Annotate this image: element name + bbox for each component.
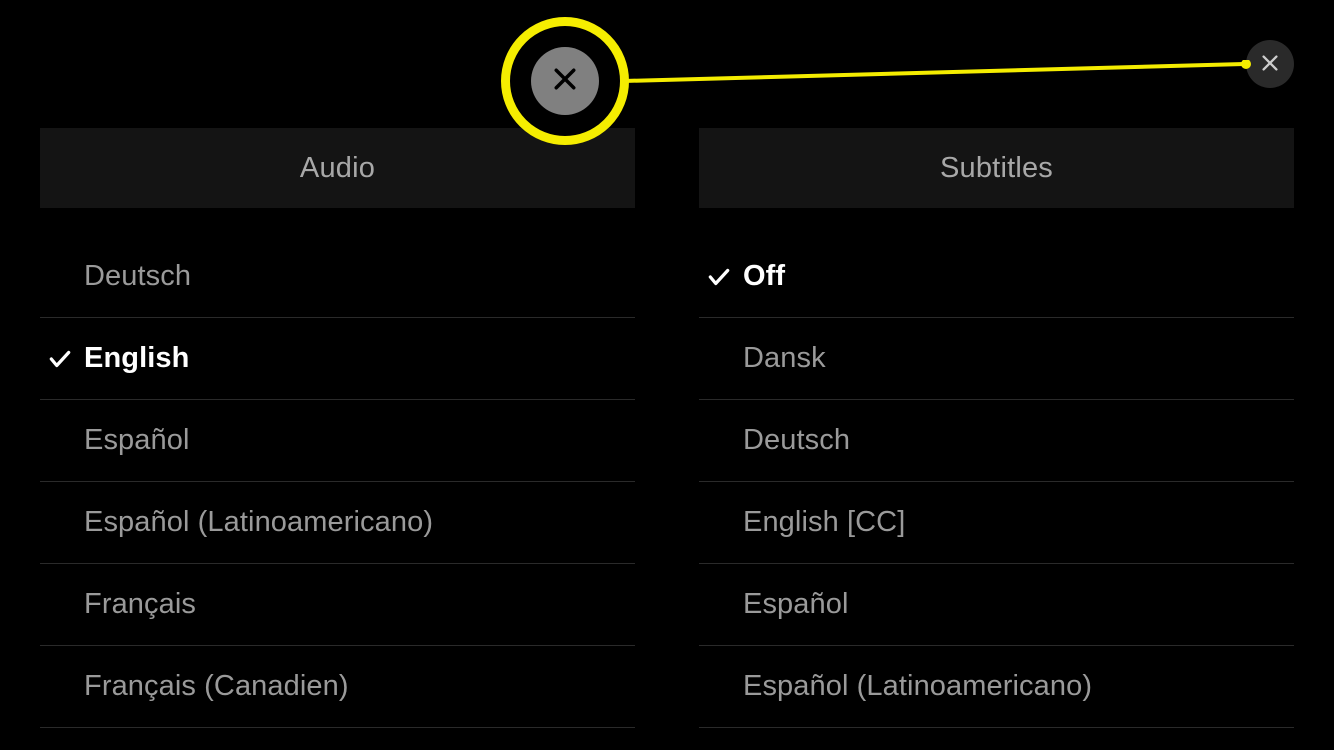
subtitles-option[interactable]: Off xyxy=(699,236,1294,318)
audio-option[interactable]: Español (Latinoamericano) xyxy=(40,482,635,564)
callout-line xyxy=(622,60,1252,90)
subtitles-option[interactable]: English [CC] xyxy=(699,482,1294,564)
close-icon xyxy=(550,64,580,99)
audio-option-label: English xyxy=(84,342,189,375)
subtitles-option-label: English [CC] xyxy=(743,506,905,539)
audio-option[interactable]: English xyxy=(40,318,635,400)
close-icon xyxy=(1259,52,1281,77)
check-icon xyxy=(704,262,734,292)
subtitles-option[interactable]: Español (Latinoamericano) xyxy=(699,646,1294,728)
subtitles-option-label: Español (Latinoamericano) xyxy=(743,670,1092,703)
subtitles-option-label: Deutsch xyxy=(743,424,850,457)
audio-option[interactable]: Español xyxy=(40,400,635,482)
audio-option[interactable]: Deutsch xyxy=(40,236,635,318)
callout-close-preview xyxy=(531,47,599,115)
audio-option[interactable]: Français xyxy=(40,564,635,646)
audio-column: Audio Deutsch English Español Español (Lati… xyxy=(40,128,635,750)
subtitles-column: Subtitles Off Dansk Deutsch English [CC] Esp… xyxy=(699,128,1294,750)
callout-highlight xyxy=(501,17,629,145)
subtitles-option-label: Dansk xyxy=(743,342,826,375)
subtitles-option-label: Español xyxy=(743,588,849,621)
audio-option[interactable]: Français (Canadien) xyxy=(40,646,635,728)
audio-option-label: Deutsch xyxy=(84,260,191,293)
audio-option-label: Français xyxy=(84,588,196,621)
subtitles-header-label: Subtitles xyxy=(940,152,1053,185)
close-button[interactable] xyxy=(1246,40,1294,88)
subtitles-option-label: Off xyxy=(743,260,785,293)
subtitles-header: Subtitles xyxy=(699,128,1294,208)
audio-option-label: Español xyxy=(84,424,190,457)
subtitles-option[interactable]: Dansk xyxy=(699,318,1294,400)
audio-options: Deutsch English Español Español (Latinoamer… xyxy=(40,236,635,728)
audio-option-label: Español (Latinoamericano) xyxy=(84,506,433,539)
audio-header-label: Audio xyxy=(300,152,375,185)
audio-option-label: Français (Canadien) xyxy=(84,670,349,703)
settings-columns: Audio Deutsch English Español Español (Lati… xyxy=(40,128,1294,750)
audio-header: Audio xyxy=(40,128,635,208)
subtitles-options: Off Dansk Deutsch English [CC] Español Españo… xyxy=(699,236,1294,728)
check-icon xyxy=(45,344,75,374)
subtitles-option[interactable]: Deutsch xyxy=(699,400,1294,482)
subtitles-option[interactable]: Español xyxy=(699,564,1294,646)
